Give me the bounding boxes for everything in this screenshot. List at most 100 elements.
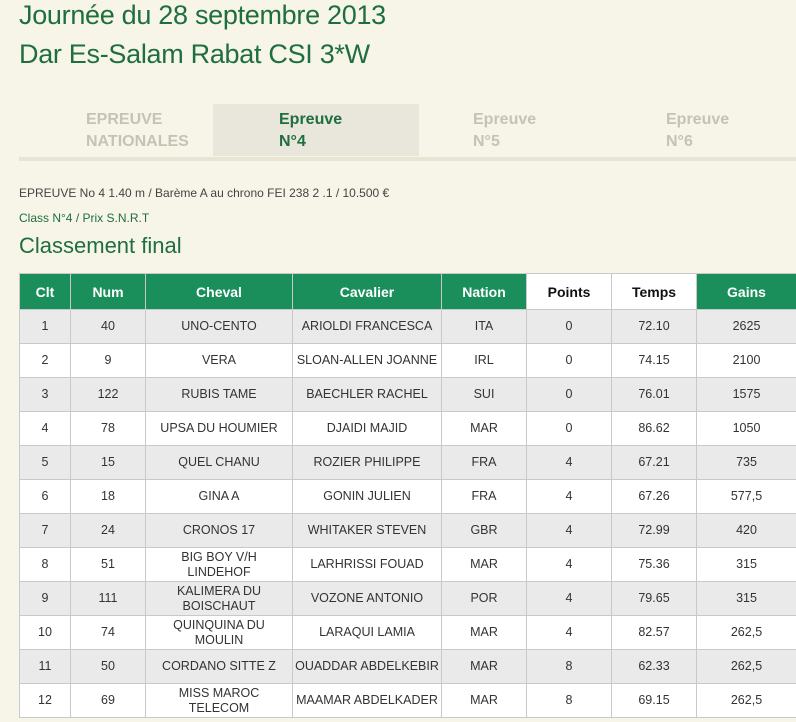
- table-row: 11 50 CORDANO SITTE Z OUADDAR ABDELKEBIR MAR…: [19, 649, 796, 684]
- cell-gains: 315: [696, 547, 796, 582]
- cell-gains: 735: [696, 445, 796, 480]
- cell-cheval: CORDANO SITTE Z: [145, 649, 293, 684]
- cell-cavalier: GONIN JULIEN: [292, 479, 442, 514]
- cell-clt: 2: [19, 343, 71, 378]
- cell-temps: 72.99: [611, 513, 697, 548]
- cell-cavalier: BAECHLER RACHEL: [292, 377, 442, 412]
- cell-clt: 5: [19, 445, 71, 480]
- tab-epreuve-4[interactable]: Epreuve N°4: [213, 104, 419, 156]
- cell-clt: 8: [19, 547, 71, 582]
- table-row: 1 40 UNO-CENTO ARIOLDI FRANCESCA ITA 0 72.10 26…: [19, 309, 796, 344]
- cell-clt: 4: [19, 411, 71, 446]
- cell-cheval: CRONOS 17: [145, 513, 293, 548]
- cell-num: 111: [70, 581, 146, 616]
- header-gains: Gains: [696, 273, 796, 310]
- cell-points: 0: [526, 411, 612, 446]
- cell-nation: GBR: [441, 513, 527, 548]
- cell-cavalier: LARHRISSI FOUAD: [292, 547, 442, 582]
- cell-clt: 12: [19, 683, 71, 718]
- cell-points: 4: [526, 513, 612, 548]
- tab-epreuve-6[interactable]: Epreuve N°6: [613, 104, 796, 156]
- cell-clt: 7: [19, 513, 71, 548]
- header-num: Num: [70, 273, 146, 310]
- cell-points: 4: [526, 615, 612, 650]
- tab-epreuve-nationales[interactable]: EPREUVE NATIONALES: [19, 104, 213, 156]
- cell-gains: 2625: [696, 309, 796, 344]
- table-header-row: Clt Num Cheval Cavalier Nation Points Te…: [19, 273, 796, 310]
- cell-num: 50: [70, 649, 146, 684]
- cell-cavalier: ARIOLDI FRANCESCA: [292, 309, 442, 344]
- table-row: 9 111 KALIMERA DU BOISCHAUT VOZONE ANTONIO P…: [19, 581, 796, 616]
- cell-num: 122: [70, 377, 146, 412]
- cell-num: 51: [70, 547, 146, 582]
- cell-cheval: RUBIS TAME: [145, 377, 293, 412]
- cell-cheval: UNO-CENTO: [145, 309, 293, 344]
- cell-gains: 420: [696, 513, 796, 548]
- table-row: 10 74 QUINQUINA DU MOULIN LARAQUI LAMIA MAR 4…: [19, 615, 796, 650]
- tab-label-line2: NATIONALES: [86, 133, 189, 150]
- cell-gains: 2100: [696, 343, 796, 378]
- cell-points: 0: [526, 377, 612, 412]
- cell-nation: IRL: [441, 343, 527, 378]
- cell-points: 8: [526, 649, 612, 684]
- tab-label-line1: Epreuve: [666, 111, 730, 128]
- tabs-divider: [19, 157, 796, 161]
- cell-clt: 6: [19, 479, 71, 514]
- header-points: Points: [526, 273, 612, 310]
- cell-gains: 315: [696, 581, 796, 616]
- cell-nation: MAR: [441, 649, 527, 684]
- table-row: 8 51 BIG BOY V/H LINDEHOF LARHRISSI FOUAD MA…: [19, 547, 796, 582]
- cell-clt: 11: [19, 649, 71, 684]
- cell-nation: MAR: [441, 615, 527, 650]
- cell-num: 18: [70, 479, 146, 514]
- cell-cavalier: LARAQUI LAMIA: [292, 615, 442, 650]
- cell-cavalier: DJAIDI MAJID: [292, 411, 442, 446]
- event-tabs: EPREUVE NATIONALES Epreuve N°4 Epreuve N…: [19, 104, 796, 161]
- event-info: EPREUVE No 4 1.40 m / Barème A au chrono…: [19, 186, 390, 200]
- cell-cavalier: ROZIER PHILIPPE: [292, 445, 442, 480]
- cell-temps: 69.15: [611, 683, 697, 718]
- header-cavalier: Cavalier: [292, 273, 442, 310]
- tab-epreuve-5[interactable]: Epreuve N°5: [419, 104, 613, 156]
- cell-temps: 79.65: [611, 581, 697, 616]
- cell-temps: 67.21: [611, 445, 697, 480]
- cell-clt: 9: [19, 581, 71, 616]
- cell-clt: 3: [19, 377, 71, 412]
- cell-num: 24: [70, 513, 146, 548]
- cell-cavalier: VOZONE ANTONIO: [292, 581, 442, 616]
- cell-nation: MAR: [441, 683, 527, 718]
- cell-num: 9: [70, 343, 146, 378]
- cell-points: 4: [526, 581, 612, 616]
- cell-cavalier: MAAMAR ABDELKADER: [292, 683, 442, 718]
- tab-label-line1: Epreuve: [279, 111, 343, 128]
- cell-cheval: QUEL CHANU: [145, 445, 293, 480]
- cell-temps: 82.57: [611, 615, 697, 650]
- results-body: 1 40 UNO-CENTO ARIOLDI FRANCESCA ITA 0 72.10 26…: [19, 309, 796, 718]
- cell-points: 8: [526, 683, 612, 718]
- table-row: 4 78 UPSA DU HOUMIER DJAIDI MAJID MAR 0 86.62 1…: [19, 411, 796, 446]
- cell-cheval: MISS MAROC TELECOM: [145, 683, 293, 718]
- cell-temps: 72.10: [611, 309, 697, 344]
- table-row: 3 122 RUBIS TAME BAECHLER RACHEL SUI 0 76.01 15…: [19, 377, 796, 412]
- tab-label-line2: N°5: [473, 133, 500, 150]
- cell-temps: 74.15: [611, 343, 697, 378]
- cell-gains: 262,5: [696, 615, 796, 650]
- cell-nation: MAR: [441, 547, 527, 582]
- cell-gains: 262,5: [696, 649, 796, 684]
- cell-gains: 262,5: [696, 683, 796, 718]
- cell-points: 4: [526, 445, 612, 480]
- cell-nation: FRA: [441, 479, 527, 514]
- cell-points: 0: [526, 309, 612, 344]
- table-row: 2 9 VERA SLOAN-ALLEN JOANNE IRL 0 74.15 2100: [19, 343, 796, 378]
- header-cheval: Cheval: [145, 273, 293, 310]
- cell-temps: 67.26: [611, 479, 697, 514]
- table-row: 7 24 CRONOS 17 WHITAKER STEVEN GBR 4 72.99 420: [19, 513, 796, 548]
- cell-nation: ITA: [441, 309, 527, 344]
- cell-cheval: VERA: [145, 343, 293, 378]
- table-row: 6 18 GINA A GONIN JULIEN FRA 4 67.26 577,5: [19, 479, 796, 514]
- cell-gains: 1050: [696, 411, 796, 446]
- results-table: Clt Num Cheval Cavalier Nation Points Te…: [19, 273, 796, 718]
- cell-temps: 86.62: [611, 411, 697, 446]
- cell-cheval: UPSA DU HOUMIER: [145, 411, 293, 446]
- section-title: Classement final: [19, 233, 182, 258]
